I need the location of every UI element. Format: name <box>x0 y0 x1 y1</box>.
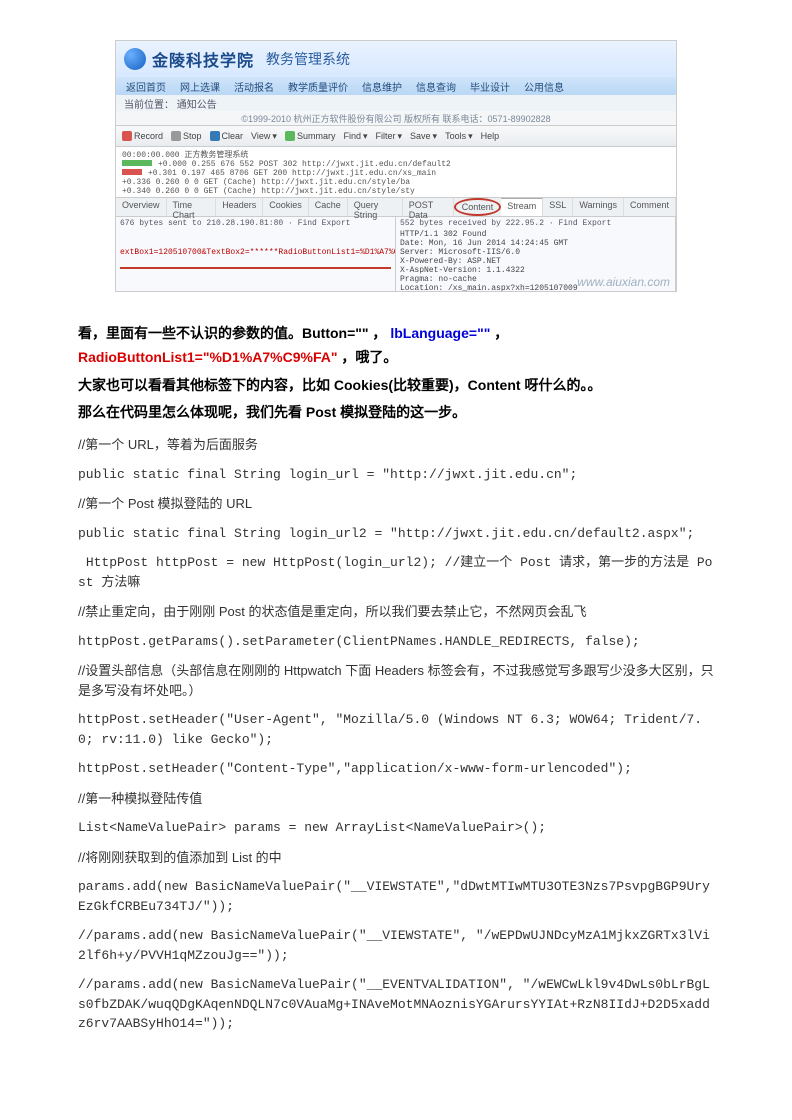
record-icon <box>122 131 132 141</box>
tab-querystring[interactable]: Query String <box>348 198 403 216</box>
code-line: //params.add(new BasicNameValuePair("__E… <box>78 975 714 1034</box>
tab-content[interactable]: Content <box>454 198 502 216</box>
stop-icon <box>171 131 181 141</box>
app-header: 金陵科技学院 教务管理系统 <box>116 41 676 77</box>
help-button[interactable]: Help <box>481 131 500 141</box>
code-line: HttpPost httpPost = new HttpPost(login_u… <box>78 553 714 592</box>
code-line: public static final String login_url2 = … <box>78 524 714 544</box>
grid-row: +0.336 0.260 0 0 GET (Cache) http://jwxt… <box>122 178 670 187</box>
request-grid: 00:00:00.000 正方教务管理系统 +0.000 0.255 676 5… <box>116 147 676 198</box>
nav-item[interactable]: 网上选课 <box>180 79 220 94</box>
nav-item[interactable]: 信息维护 <box>362 79 402 94</box>
nav-item[interactable]: 返回首页 <box>126 79 166 94</box>
stream-sent-body: extBox1=120510700&TextBox2=******RadioBu… <box>120 248 391 257</box>
code-comment: //第一种模拟登陆传值 <box>78 789 714 809</box>
tab-ssl[interactable]: SSL <box>543 198 573 216</box>
grid-title: 00:00:00.000 正方教务管理系统 <box>122 149 670 160</box>
save-button[interactable]: Save ▾ <box>410 131 437 142</box>
code-comment: //设置头部信息（头部信息在刚刚的 Httpwatch 下面 Headers 标… <box>78 661 714 700</box>
paragraph-3: 那么在代码里怎么体现呢，我们先看 Post 模拟登陆的这一步。 <box>78 401 714 425</box>
paragraph-1: 看，里面有一些不认识的参数的值。Button="" ， lbLanguage="… <box>78 322 714 370</box>
code-line: public static final String login_url = "… <box>78 465 714 485</box>
nav-item[interactable]: 毕业设计 <box>470 79 510 94</box>
clear-button[interactable]: Clear <box>210 131 244 141</box>
nav-item[interactable]: 教学质量评价 <box>288 79 348 94</box>
tab-timechart[interactable]: Time Chart <box>167 198 217 216</box>
paragraph-2: 大家也可以看看其他标签下的内容，比如 Cookies(比较重要)，Content… <box>78 374 714 398</box>
grid-row: +0.000 0.255 676 552 POST 302 http://jwx… <box>122 160 670 169</box>
tab-cookies[interactable]: Cookies <box>263 198 309 216</box>
grid-row: +0.301 0.197 465 8706 GET 200 http://jwx… <box>122 169 670 178</box>
stop-button[interactable]: Stop <box>171 131 202 141</box>
find-button[interactable]: Find ▾ <box>343 131 367 142</box>
tab-headers[interactable]: Headers <box>216 198 263 216</box>
grid-row: +0.340 0.260 0 0 GET (Cache) http://jwxt… <box>122 187 670 196</box>
red-annotation-line <box>120 257 391 269</box>
httpwatch-toolbar: Record Stop Clear View ▾ Summary Find ▾ … <box>116 125 676 147</box>
filter-button[interactable]: Filter ▾ <box>376 131 403 142</box>
code-line: List<NameValuePair> params = new ArrayLi… <box>78 818 714 838</box>
code-comment: //将刚刚获取到的值添加到 List 的中 <box>78 848 714 868</box>
nav-item[interactable]: 公用信息 <box>524 79 564 94</box>
tab-cache[interactable]: Cache <box>309 198 348 216</box>
tab-warnings[interactable]: Warnings <box>573 198 624 216</box>
watermark: www.aiuxian.com <box>577 275 670 289</box>
code-line: //params.add(new BasicNameValuePair("__V… <box>78 926 714 965</box>
code-line: httpPost.setHeader("Content-Type","appli… <box>78 759 714 779</box>
code-comment: //第一个 Post 模拟登陆的 URL <box>78 494 714 514</box>
httpwatch-screenshot: 金陵科技学院 教务管理系统 返回首页 网上选课 活动报名 教学质量评价 信息维护… <box>115 40 677 292</box>
code-line: params.add(new BasicNameValuePair("__VIE… <box>78 877 714 916</box>
tab-overview[interactable]: Overview <box>116 198 167 216</box>
summary-button[interactable]: Summary <box>285 131 336 141</box>
tab-stream[interactable]: Stream <box>501 198 543 216</box>
clear-icon <box>210 131 220 141</box>
app-subtitle: 教务管理系统 <box>266 49 350 69</box>
nav-item[interactable]: 信息查询 <box>416 79 456 94</box>
code-comment: //第一个 URL，等着为后面服务 <box>78 435 714 455</box>
code-comment: //禁止重定向，由于刚刚 Post 的状态值是重定向，所以我们要去禁止它，不然网… <box>78 602 714 622</box>
tab-postdata[interactable]: POST Data <box>403 198 454 216</box>
detail-tabs: Overview Time Chart Headers Cookies Cach… <box>116 198 676 217</box>
nav-row: 返回首页 网上选课 活动报名 教学质量评价 信息维护 信息查询 毕业设计 公用信… <box>116 77 676 95</box>
code-line: httpPost.getParams().setParameter(Client… <box>78 632 714 652</box>
view-button[interactable]: View ▾ <box>251 131 277 142</box>
tools-button[interactable]: Tools ▾ <box>445 131 473 142</box>
nav-item[interactable]: 活动报名 <box>234 79 274 94</box>
code-line: httpPost.setHeader("User-Agent", "Mozill… <box>78 710 714 749</box>
summary-icon <box>285 131 295 141</box>
tab-comment[interactable]: Comment <box>624 198 676 216</box>
copyright: ©1999-2010 杭州正方软件股份有限公司 版权所有 联系电话：0571-8… <box>116 111 676 125</box>
sent-pane: 676 bytes sent to 210.28.190.81:80 · Fin… <box>116 217 396 292</box>
breadcrumb: 当前位置： 通知公告 <box>116 95 676 111</box>
college-logo-icon <box>124 48 146 70</box>
record-button[interactable]: Record <box>122 131 163 141</box>
app-title: 金陵科技学院 <box>152 47 254 71</box>
